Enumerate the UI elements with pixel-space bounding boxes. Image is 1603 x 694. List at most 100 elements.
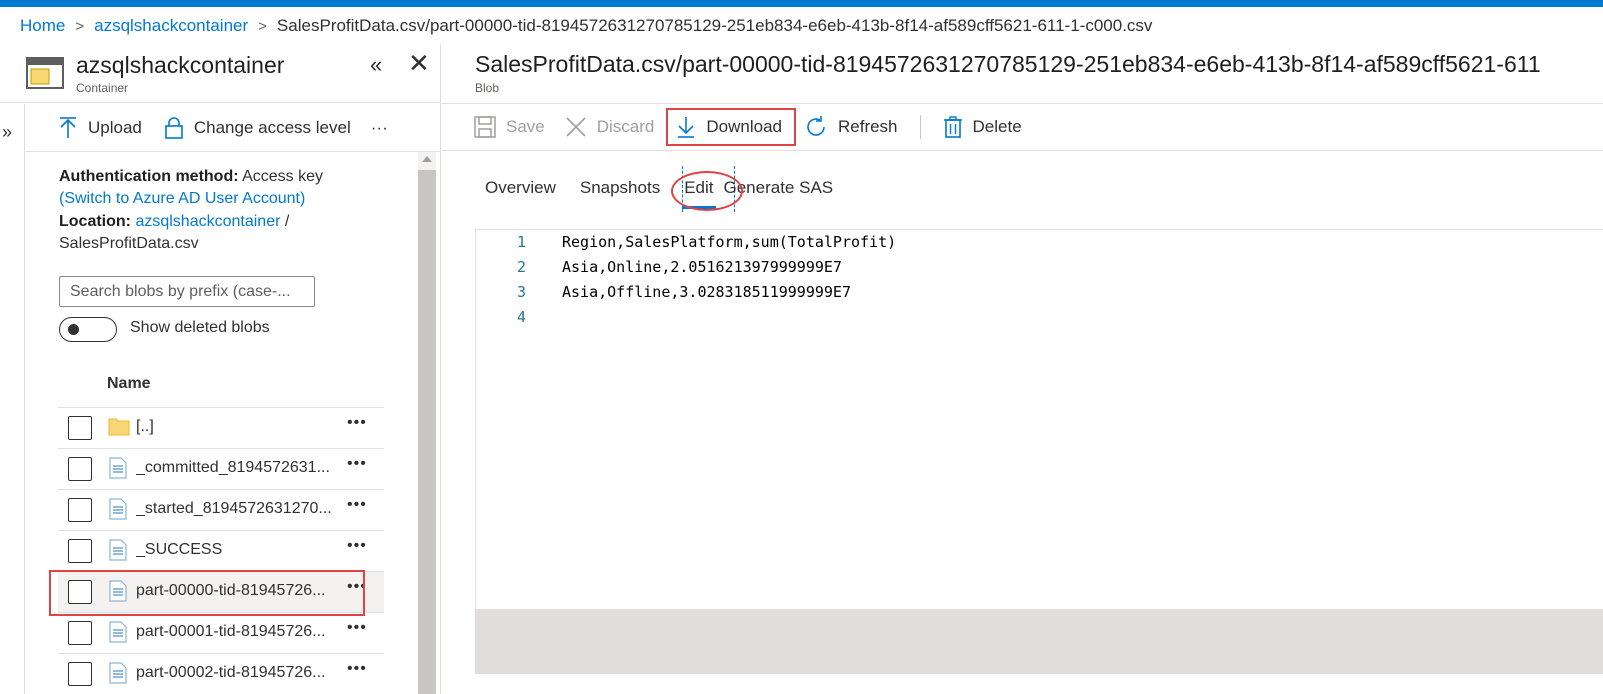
location-path: SalesProfitData.csv [59,235,199,252]
upload-label: Upload [88,117,142,137]
download-label: Download [706,117,782,136]
blob-toolbar: Save Discard Download Refresh Delete [442,103,1603,151]
breadcrumb-home[interactable]: Home [20,16,65,36]
blob-name: part-00002-tid-81945726... [136,664,326,681]
list-item[interactable]: [..] ••• [58,407,384,448]
line-number: 2 [516,258,526,276]
line-content: Asia,Offline,3.028318511999999E7 [562,283,851,301]
toggle-knob [68,324,79,335]
blob-name: part-00001-tid-81945726... [136,623,326,640]
row-more-icon[interactable]: ••• [347,660,367,678]
list-item[interactable]: _committed_8194572631... ••• [58,448,384,489]
toolbar-divider [919,115,921,139]
collapse-icon[interactable]: « [370,52,382,78]
row-checkbox[interactable] [68,416,92,440]
location-link[interactable]: azsqlshackcontainer [135,213,280,230]
file-icon [109,580,127,602]
breadcrumb: Home > azsqlshackcontainer > SalesProfit… [20,16,1152,36]
name-column-header[interactable]: Name [107,375,151,393]
discard-button[interactable]: Discard [565,116,655,138]
blob-name: [..] [136,418,154,435]
list-item[interactable]: part-00000-tid-81945726... ••• [58,571,384,612]
vertical-scrollbar[interactable] [418,152,436,694]
discard-label: Discard [596,117,655,136]
row-more-icon[interactable]: ••• [347,455,367,473]
show-deleted-toggle[interactable] [59,317,117,342]
line-number: 4 [516,308,526,326]
editor-line: 1 Region,SalesPlatform,sum(TotalProfit) [476,230,1603,255]
blob-editor[interactable]: 1 Region,SalesPlatform,sum(TotalProfit) … [475,229,1603,610]
container-blade-header: azsqlshackcontainer Container « ✕ [0,44,440,103]
search-blobs-input[interactable] [59,276,315,307]
row-checkbox[interactable] [68,580,92,604]
chevron-right-icon: > [258,17,267,35]
row-more-icon[interactable]: ••• [347,496,367,514]
file-icon [109,662,127,684]
container-body: Authentication method: Access key (Switc… [26,152,440,694]
upload-icon [60,116,76,138]
scroll-up-icon[interactable] [422,156,432,162]
file-icon [109,539,127,561]
row-checkbox[interactable] [68,662,92,686]
more-icon: ··· [370,117,388,137]
switch-auth-link[interactable]: (Switch to Azure AD User Account) [59,190,305,207]
line-number: 3 [516,283,526,301]
row-more-icon[interactable]: ••• [347,414,367,432]
scroll-thumb[interactable] [418,170,436,694]
location-label: Location: [59,213,131,230]
auth-method-value: Access key [242,168,324,185]
blob-name: _started_8194572631270... [136,500,332,517]
editor-line: 2 Asia,Online,2.051621397999999E7 [476,255,1603,280]
row-more-icon[interactable]: ••• [347,537,367,555]
list-item[interactable]: _SUCCESS ••• [58,530,384,571]
trash-icon [943,116,962,138]
upload-button[interactable]: Upload [58,116,142,139]
auth-method-label: Authentication method: [59,168,239,185]
download-button[interactable]: Download [666,108,796,146]
line-content: Region,SalesPlatform,sum(TotalProfit) [562,233,897,251]
container-toolbar: Upload Change access level ··· [26,104,440,152]
delete-label: Delete [972,117,1022,136]
tab-overview[interactable]: Overview [485,178,556,198]
save-button[interactable]: Save [474,116,545,138]
breadcrumb-container[interactable]: azsqlshackcontainer [94,16,248,36]
refresh-button[interactable]: Refresh [804,115,898,139]
row-more-icon[interactable]: ••• [347,619,367,637]
blob-name: part-00000-tid-81945726... [136,582,326,599]
container-title: azsqlshackcontainer [76,52,285,78]
blob-subtitle: Blob [475,81,500,95]
list-item[interactable]: part-00002-tid-81945726... ••• [58,653,384,694]
file-icon [109,498,127,520]
expand-icon[interactable]: » [2,122,12,143]
show-deleted-label: Show deleted blobs [130,319,270,336]
file-icon [109,457,127,479]
row-checkbox[interactable] [68,621,92,645]
save-label: Save [506,117,545,136]
change-access-level-button[interactable]: Change access level [164,116,351,139]
editor-footer [475,610,1603,674]
row-checkbox[interactable] [68,457,92,481]
breadcrumb-current: SalesProfitData.csv/part-00000-tid-81945… [276,16,1153,35]
row-checkbox[interactable] [68,539,92,563]
delete-button[interactable]: Delete [943,116,1022,138]
lock-icon [165,116,183,139]
more-options-button[interactable]: ··· [371,118,388,138]
change-access-level-label: Change access level [193,117,351,137]
tab-snapshots[interactable]: Snapshots [580,178,660,198]
list-item[interactable]: part-00001-tid-81945726... ••• [58,612,384,653]
line-number: 1 [516,233,526,251]
save-icon [474,116,496,138]
blob-name: _committed_8194572631... [136,459,330,476]
container-icon [26,57,64,89]
row-more-icon[interactable]: ••• [347,578,367,596]
discard-icon [566,117,586,137]
file-icon [109,621,127,643]
chevron-right-icon: > [75,17,85,35]
list-item[interactable]: _started_8194572631270... ••• [58,489,384,530]
refresh-label: Refresh [837,117,898,136]
row-checkbox[interactable] [68,498,92,522]
blob-list: [..] ••• _committed_8194572631... ••• _s… [58,407,384,694]
location-row: Location: azsqlshackcontainer / [59,213,289,231]
close-icon[interactable]: ✕ [408,48,430,79]
location-separator: / [284,213,290,230]
